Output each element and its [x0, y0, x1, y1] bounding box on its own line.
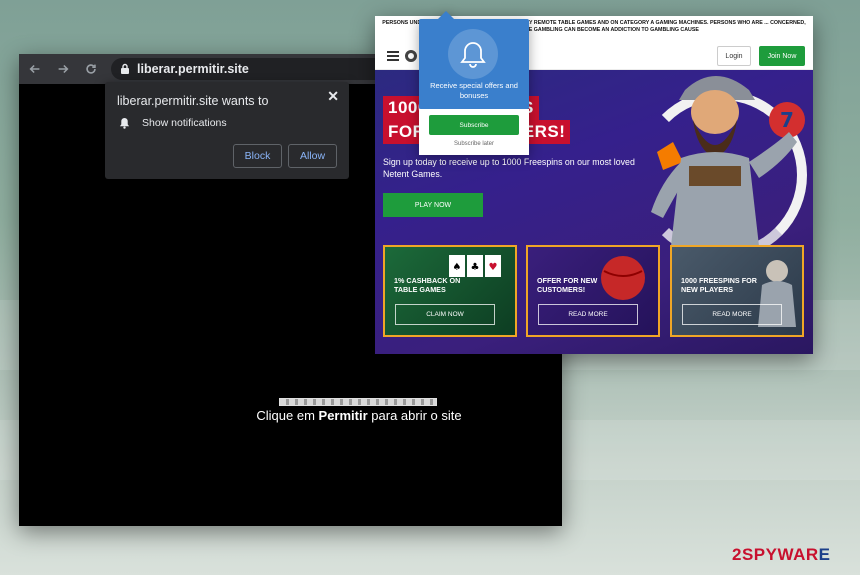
allow-button[interactable]: Allow — [288, 144, 337, 168]
watermark: 2SPYWARE — [732, 545, 831, 564]
promo-card-new-customers[interactable]: OFFER FOR NEW CUSTOMERS! READ MORE — [526, 245, 660, 337]
url-text: liberar.permitir.site — [137, 62, 249, 76]
promo-card-cashback[interactable]: ♠ ♣ ♥ 1% CASHBACK ON TABLE GAMES CLAIM N… — [383, 245, 517, 337]
popup-title: liberar.permitir.site wants to — [117, 94, 269, 108]
read-more-button[interactable]: READ MORE — [538, 304, 638, 325]
hero-subtext: Sign up today to receive up to 1000 Free… — [383, 157, 635, 179]
push-prompt-actions: Subscribe Subscribe later — [419, 109, 529, 155]
reload-button[interactable] — [79, 57, 103, 81]
bell-icon — [119, 117, 130, 129]
svg-text:♠: ♠ — [453, 262, 462, 273]
card-title: 1% CASHBACK ON TABLE GAMES — [394, 276, 461, 294]
bell-circle — [448, 29, 498, 79]
menu-icon[interactable] — [387, 51, 399, 61]
loading-bar — [279, 398, 437, 406]
join-now-button[interactable]: Join Now — [759, 46, 805, 66]
forward-arrow-icon — [58, 64, 69, 74]
notification-permission-popup: liberar.permitir.site wants to ✕ Show no… — [105, 82, 349, 179]
permission-row: Show notifications — [119, 117, 227, 129]
address-bar[interactable]: liberar.permitir.site — [111, 58, 411, 80]
login-button[interactable]: Login — [717, 46, 751, 66]
back-button[interactable] — [23, 57, 47, 81]
bell-icon — [460, 42, 486, 68]
allow-instruction: Clique em Permitir para abrir o site — [256, 408, 462, 423]
reload-icon — [86, 64, 96, 74]
play-now-button[interactable]: PLAY NOW — [383, 193, 483, 217]
svg-text:♣: ♣ — [471, 262, 480, 273]
card-title: 1000 FREESPINS FOR NEW PLAYERS — [681, 276, 757, 294]
push-prompt-text: Receive special offers and bonuses — [430, 81, 518, 100]
block-button[interactable]: Block — [233, 144, 282, 168]
svg-text:♥: ♥ — [489, 262, 498, 273]
subscribe-button[interactable]: Subscribe — [429, 115, 519, 135]
forward-button[interactable] — [51, 57, 75, 81]
svg-text:7: 7 — [780, 108, 794, 132]
prompt-pointer — [438, 11, 454, 19]
read-more-button[interactable]: READ MORE — [682, 304, 782, 325]
subscribe-later-link[interactable]: Subscribe later — [419, 141, 529, 147]
permission-label: Show notifications — [142, 117, 227, 129]
claim-now-button[interactable]: CLAIM NOW — [395, 304, 495, 325]
lock-icon — [121, 63, 129, 74]
close-icon[interactable]: ✕ — [327, 88, 339, 105]
logo-icon — [405, 50, 417, 62]
instruction-bold: Permitir — [318, 408, 368, 423]
back-arrow-icon — [29, 64, 40, 74]
card-title: OFFER FOR NEW CUSTOMERS! — [537, 276, 598, 294]
promo-card-freespins[interactable]: 1000 FREESPINS FOR NEW PLAYERS READ MORE — [670, 245, 804, 337]
push-prompt-header: Receive special offers and bonuses — [419, 11, 529, 109]
push-subscribe-prompt: Receive special offers and bonuses Subsc… — [419, 11, 529, 155]
